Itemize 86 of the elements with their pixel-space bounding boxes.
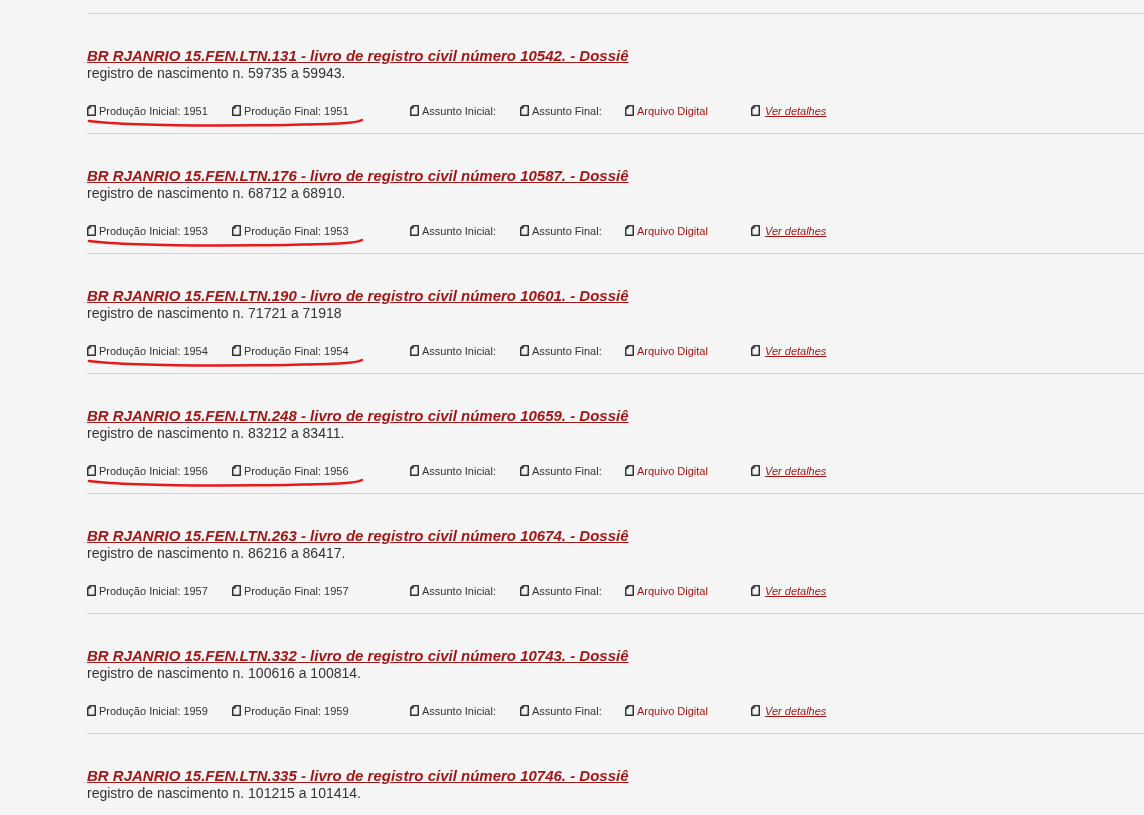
document-icon xyxy=(625,344,634,356)
document-icon xyxy=(751,584,760,596)
document-icon xyxy=(232,344,241,356)
document-icon xyxy=(520,704,529,716)
details-link[interactable]: Ver detalhes xyxy=(765,344,827,358)
meta-label: Produção Final: 1953 xyxy=(244,224,349,238)
record-description: registro de nascimento n. 83212 a 83411. xyxy=(87,425,346,441)
meta-label: Produção Final: 1957 xyxy=(244,584,349,598)
digital-archive-label: Arquivo Digital xyxy=(637,704,708,718)
record-title-link[interactable]: BR RJANRIO 15.FEN.LTN.335 - livro de registro civil número 10746. - Dossiê xyxy=(87,767,629,785)
meta-label: Produção Inicial: 1957 xyxy=(99,584,208,598)
record-title-link[interactable]: BR RJANRIO 15.FEN.LTN.190 - livro de registro civil número 10601. - Dossiê xyxy=(87,287,629,305)
document-icon xyxy=(232,464,241,476)
meta-label: Produção Inicial: 1954 xyxy=(99,344,208,358)
record-description: registro de nascimento n. 59735 a 59943. xyxy=(87,65,347,81)
document-icon xyxy=(751,344,760,356)
record-title-link[interactable]: BR RJANRIO 15.FEN.LTN.332 - livro de registro civil número 10743. - Dossiê xyxy=(87,647,629,665)
meta-label: Produção Inicial: 1956 xyxy=(99,464,208,478)
meta-label: Assunto Final: xyxy=(532,224,602,238)
digital-archive-label: Arquivo Digital xyxy=(637,104,708,118)
meta-label: Assunto Final: xyxy=(532,104,602,118)
meta-label: Assunto Inicial: xyxy=(422,344,496,358)
meta-label: Produção Final: 1956 xyxy=(244,464,349,478)
meta-label: Assunto Final: xyxy=(532,464,602,478)
document-icon xyxy=(520,464,529,476)
document-icon xyxy=(520,344,529,356)
document-icon xyxy=(410,464,419,476)
record-description: registro de nascimento n. 86216 a 86417. xyxy=(87,545,347,561)
document-icon xyxy=(87,344,96,356)
digital-archive-label: Arquivo Digital xyxy=(637,584,708,598)
record-title-link[interactable]: BR RJANRIO 15.FEN.LTN.176 - livro de registro civil número 10587. - Dossiê xyxy=(87,167,629,185)
meta-label: Assunto Inicial: xyxy=(422,224,496,238)
document-icon xyxy=(232,104,241,116)
meta-label: Produção Final: 1959 xyxy=(244,704,349,718)
document-icon xyxy=(87,704,96,716)
meta-label: Produção Inicial: 1953 xyxy=(99,224,208,238)
record-title-link[interactable]: BR RJANRIO 15.FEN.LTN.131 - livro de registro civil número 10542. - Dossiê xyxy=(87,47,629,65)
document-icon xyxy=(410,104,419,116)
document-icon xyxy=(410,344,419,356)
digital-archive-label: Arquivo Digital xyxy=(637,344,708,358)
document-icon xyxy=(751,224,760,236)
document-icon xyxy=(625,704,634,716)
document-icon xyxy=(87,104,96,116)
document-icon xyxy=(410,704,419,716)
document-icon xyxy=(87,464,96,476)
details-link[interactable]: Ver detalhes xyxy=(765,224,827,238)
document-icon xyxy=(520,104,529,116)
meta-label: Assunto Final: xyxy=(532,704,602,718)
meta-label: Assunto Inicial: xyxy=(422,464,496,478)
document-icon xyxy=(232,704,241,716)
meta-label: Produção Inicial: 1951 xyxy=(99,104,208,118)
document-icon xyxy=(410,584,419,596)
meta-label: Produção Inicial: 1959 xyxy=(99,704,208,718)
digital-archive-label: Arquivo Digital xyxy=(637,464,708,478)
document-icon xyxy=(232,224,241,236)
details-link[interactable]: Ver detalhes xyxy=(765,584,827,598)
document-icon xyxy=(751,464,760,476)
document-icon xyxy=(87,584,96,596)
details-link[interactable]: Ver detalhes xyxy=(765,464,827,478)
meta-label: Assunto Final: xyxy=(532,344,602,358)
details-link[interactable]: Ver detalhes xyxy=(765,704,827,718)
record-description: registro de nascimento n. 71721 a 71918 xyxy=(87,305,343,321)
record-description: registro de nascimento n. 68712 a 68910. xyxy=(87,185,347,201)
document-icon xyxy=(410,224,419,236)
meta-label: Assunto Final: xyxy=(532,584,602,598)
document-icon xyxy=(87,224,96,236)
record-title-link[interactable]: BR RJANRIO 15.FEN.LTN.263 - livro de registro civil número 10674. - Dossiê xyxy=(87,527,629,545)
document-icon xyxy=(751,704,760,716)
meta-label: Assunto Inicial: xyxy=(422,584,496,598)
meta-label: Assunto Inicial: xyxy=(422,104,496,118)
document-icon xyxy=(520,584,529,596)
digital-archive-label: Arquivo Digital xyxy=(637,224,708,238)
document-icon xyxy=(520,224,529,236)
meta-label: Assunto Inicial: xyxy=(422,704,496,718)
document-icon xyxy=(625,224,634,236)
record-title-link[interactable]: BR RJANRIO 15.FEN.LTN.248 - livro de registro civil número 10659. - Dossiê xyxy=(87,407,629,425)
document-icon xyxy=(751,104,760,116)
document-icon xyxy=(625,464,634,476)
meta-label: Produção Final: 1951 xyxy=(244,104,349,118)
document-icon xyxy=(625,584,634,596)
document-icon xyxy=(232,584,241,596)
details-link[interactable]: Ver detalhes xyxy=(765,104,827,118)
meta-label: Produção Final: 1954 xyxy=(244,344,349,358)
record-description: registro de nascimento n. 101215 a 101414. xyxy=(87,785,362,801)
record-description: registro de nascimento n. 100616 a 100814. xyxy=(87,665,362,681)
document-icon xyxy=(625,104,634,116)
